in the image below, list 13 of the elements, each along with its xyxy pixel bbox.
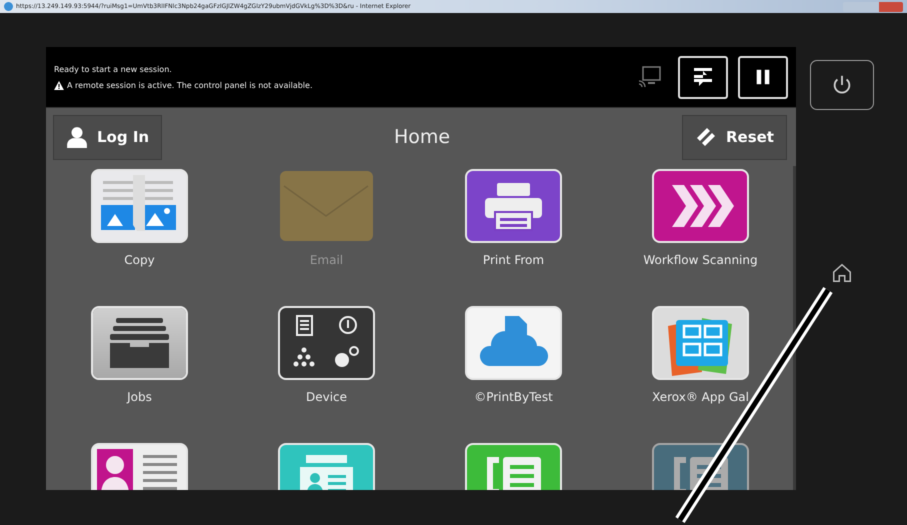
app-label: ©PrintByTest: [474, 390, 553, 404]
app-label: Print From: [482, 253, 544, 267]
warning-message: A remote session is active. The control panel is not available.: [67, 80, 312, 90]
app-label: Copy: [124, 253, 155, 267]
app-label: Workflow Scanning: [643, 253, 758, 267]
app-label: Jobs: [127, 390, 152, 404]
app-label: Device: [306, 390, 348, 404]
app-label: Email: [310, 253, 344, 267]
status-message: Ready to start a new session.: [54, 64, 173, 74]
page-title: Home: [394, 126, 450, 148]
log-in-button[interactable]: Log In: [53, 114, 162, 160]
app-label: Xerox® App Gal: [652, 390, 749, 404]
reset-button[interactable]: Reset: [682, 114, 787, 160]
